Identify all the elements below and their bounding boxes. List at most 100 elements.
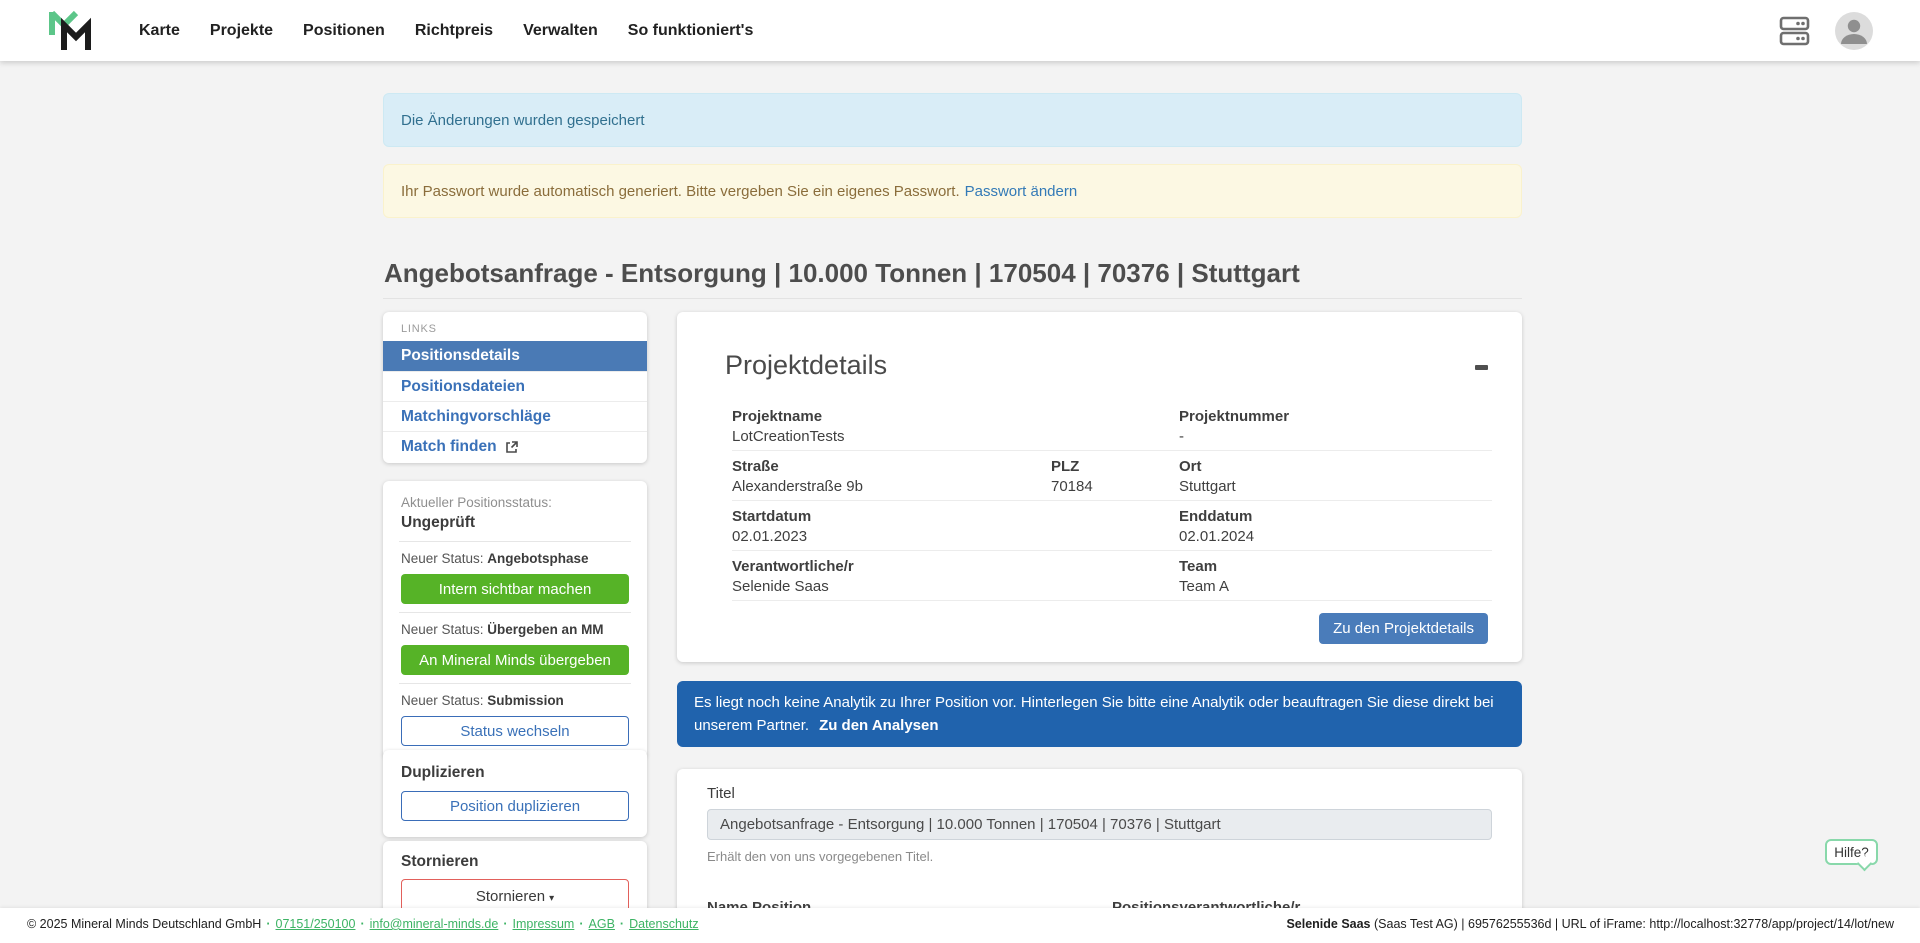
project-field-rows: Projektname LotCreationTests Projektnumm… <box>732 401 1492 601</box>
field-value: Stuttgart <box>1179 477 1236 497</box>
new-status-label: Neuer Status: Übergeben an MM <box>401 621 629 638</box>
field-value: 02.01.2023 <box>732 527 811 547</box>
duplicate-card: Duplizieren Position duplizieren <box>383 750 647 837</box>
change-password-link[interactable]: Passwort ändern <box>965 183 1078 200</box>
field-value: Selenide Saas <box>732 577 854 597</box>
project-row-people: Verantwortliche/r Selenide Saas Team Tea… <box>732 551 1492 601</box>
sidebar-item-label: Positionsdetails <box>401 341 520 371</box>
sidebar-item-match-finden[interactable]: Match finden <box>383 431 647 461</box>
project-details-card: Projektdetails Projektname LotCreationTe… <box>677 312 1522 662</box>
footer-datenschutz-link[interactable]: Datenschutz <box>629 917 698 931</box>
footer-agb-link[interactable]: AGB <box>589 917 615 931</box>
divider <box>399 612 631 613</box>
nav-item-karte[interactable]: Karte <box>139 22 180 40</box>
field-label: Enddatum <box>1179 508 1254 526</box>
new-status-prefix: Neuer Status: <box>401 693 487 708</box>
go-to-project-details-button[interactable]: Zu den Projektdetails <box>1319 613 1488 644</box>
footer-separator: · <box>503 917 507 931</box>
analytics-banner: Es liegt noch keine Analytik zu Ihrer Po… <box>677 681 1522 747</box>
new-status-prefix: Neuer Status: <box>401 622 487 637</box>
title-divider <box>383 298 1522 299</box>
project-row-name: Projektname LotCreationTests Projektnumm… <box>732 401 1492 451</box>
field-label: Verantwortliche/r <box>732 558 854 576</box>
field-startdatum: Startdatum 02.01.2023 <box>732 508 811 547</box>
help-button-label: Hilfe? <box>1834 845 1869 860</box>
footer-copyright: © 2025 Mineral Minds Deutschland GmbH <box>27 917 261 931</box>
titel-input <box>707 809 1492 840</box>
page-container: Die Änderungen wurden gespeichert Ihr Pa… <box>383 61 1522 943</box>
success-alert-text: Die Änderungen wurden gespeichert <box>401 112 645 129</box>
page-title: Angebotsanfrage - Entsorgung | 10.000 To… <box>384 258 1300 289</box>
footer-company-info: © 2025 Mineral Minds Deutschland GmbH · 07… <box>27 908 699 941</box>
server-stack-icon[interactable] <box>1779 14 1810 48</box>
new-status-name: Übergeben an MM <box>487 622 603 637</box>
change-status-button[interactable]: Status wechseln <box>401 716 629 746</box>
current-status-label: Aktueller Positionsstatus: <box>401 495 629 511</box>
new-status-name: Angebotsphase <box>487 551 588 566</box>
nav-item-positionen[interactable]: Positionen <box>303 22 385 40</box>
field-label: PLZ <box>1051 458 1093 476</box>
footer-separator: · <box>360 917 364 931</box>
field-label: Projektname <box>732 408 845 426</box>
footer-separator: · <box>620 917 624 931</box>
duplicate-position-button[interactable]: Position duplizieren <box>401 791 629 821</box>
field-value: - <box>1179 427 1289 447</box>
field-strasse: Straße Alexanderstraße 9b <box>732 458 863 497</box>
main-nav: Karte Projekte Positionen Richtpreis Ver… <box>139 0 753 61</box>
field-value: Alexanderstraße 9b <box>732 477 863 497</box>
sidebar-item-label: Match finden <box>401 432 497 462</box>
sidebar-item-positionsdetails[interactable]: Positionsdetails <box>383 341 647 371</box>
help-button[interactable]: Hilfe? <box>1825 839 1878 865</box>
nav-item-verwalten[interactable]: Verwalten <box>523 22 598 40</box>
nav-item-richtpreis[interactable]: Richtpreis <box>415 22 493 40</box>
field-plz: PLZ 70184 <box>1051 458 1093 497</box>
page-footer: © 2025 Mineral Minds Deutschland GmbH · 07… <box>0 908 1920 943</box>
sidebar-item-label: Matchingvorschläge <box>401 402 551 432</box>
mineral-minds-logo[interactable] <box>47 8 93 52</box>
footer-impressum-link[interactable]: Impressum <box>513 917 575 931</box>
field-label: Straße <box>732 458 863 476</box>
make-visible-button[interactable]: Intern sichtbar machen <box>401 574 629 604</box>
password-warning-alert: Ihr Passwort wurde automatisch generiert… <box>383 164 1522 218</box>
collapse-minus-icon[interactable] <box>1475 360 1489 374</box>
footer-separator: · <box>266 917 270 931</box>
field-label: Projektnummer <box>1179 408 1289 426</box>
field-value: LotCreationTests <box>732 427 845 447</box>
current-status-value: Ungeprüft <box>401 513 629 533</box>
footer-email-link[interactable]: info@mineral-minds.de <box>370 917 499 931</box>
status-card: Aktueller Positionsstatus: Ungeprüft Neu… <box>383 481 647 758</box>
go-to-analyses-link[interactable]: Zu den Analysen <box>819 717 938 734</box>
footer-separator: · <box>579 917 583 931</box>
external-link-icon <box>504 440 518 454</box>
navbar-actions <box>1779 0 1874 61</box>
footer-session-info: Selenide Saas (Saas Test AG) | 695762555… <box>1286 908 1894 941</box>
field-verantwortlicher: Verantwortliche/r Selenide Saas <box>732 558 854 597</box>
project-row-dates: Startdatum 02.01.2023 Enddatum 02.01.202… <box>732 501 1492 551</box>
field-label: Startdatum <box>732 508 811 526</box>
field-ort: Ort Stuttgart <box>1179 458 1236 497</box>
top-navbar: Karte Projekte Positionen Richtpreis Ver… <box>0 0 1920 61</box>
project-details-header: Projektdetails <box>725 350 887 381</box>
analytics-banner-text: Es liegt noch keine Analytik zu Ihrer Po… <box>694 694 1494 734</box>
divider <box>399 683 631 684</box>
new-status-label: Neuer Status: Angebotsphase <box>401 550 629 567</box>
success-alert: Die Änderungen wurden gespeichert <box>383 93 1522 147</box>
footer-user-name: Selenide Saas <box>1286 917 1370 931</box>
field-label: Team <box>1179 558 1229 576</box>
nav-item-projekte[interactable]: Projekte <box>210 22 273 40</box>
user-avatar-icon[interactable] <box>1834 11 1874 51</box>
sidebar-item-positionsdateien[interactable]: Positionsdateien <box>383 371 647 401</box>
handover-mm-button[interactable]: An Mineral Minds übergeben <box>401 645 629 675</box>
new-status-label: Neuer Status: Submission <box>401 692 629 709</box>
field-enddatum: Enddatum 02.01.2024 <box>1179 508 1254 547</box>
field-label: Ort <box>1179 458 1236 476</box>
footer-phone-link[interactable]: 07151/250100 <box>276 917 356 931</box>
titel-label: Titel <box>707 785 1492 802</box>
nav-item-so-funktionierts[interactable]: So funktioniert's <box>628 22 754 40</box>
field-projektnummer: Projektnummer - <box>1179 408 1289 447</box>
titel-help-text: Erhält den von uns vorgegebenen Titel. <box>707 849 1492 864</box>
sidebar-item-matchingvorschlaege[interactable]: Matchingvorschläge <box>383 401 647 431</box>
field-value: 70184 <box>1051 477 1093 497</box>
field-value: Team A <box>1179 577 1229 597</box>
project-row-address: Straße Alexanderstraße 9b PLZ 70184 Ort … <box>732 451 1492 501</box>
